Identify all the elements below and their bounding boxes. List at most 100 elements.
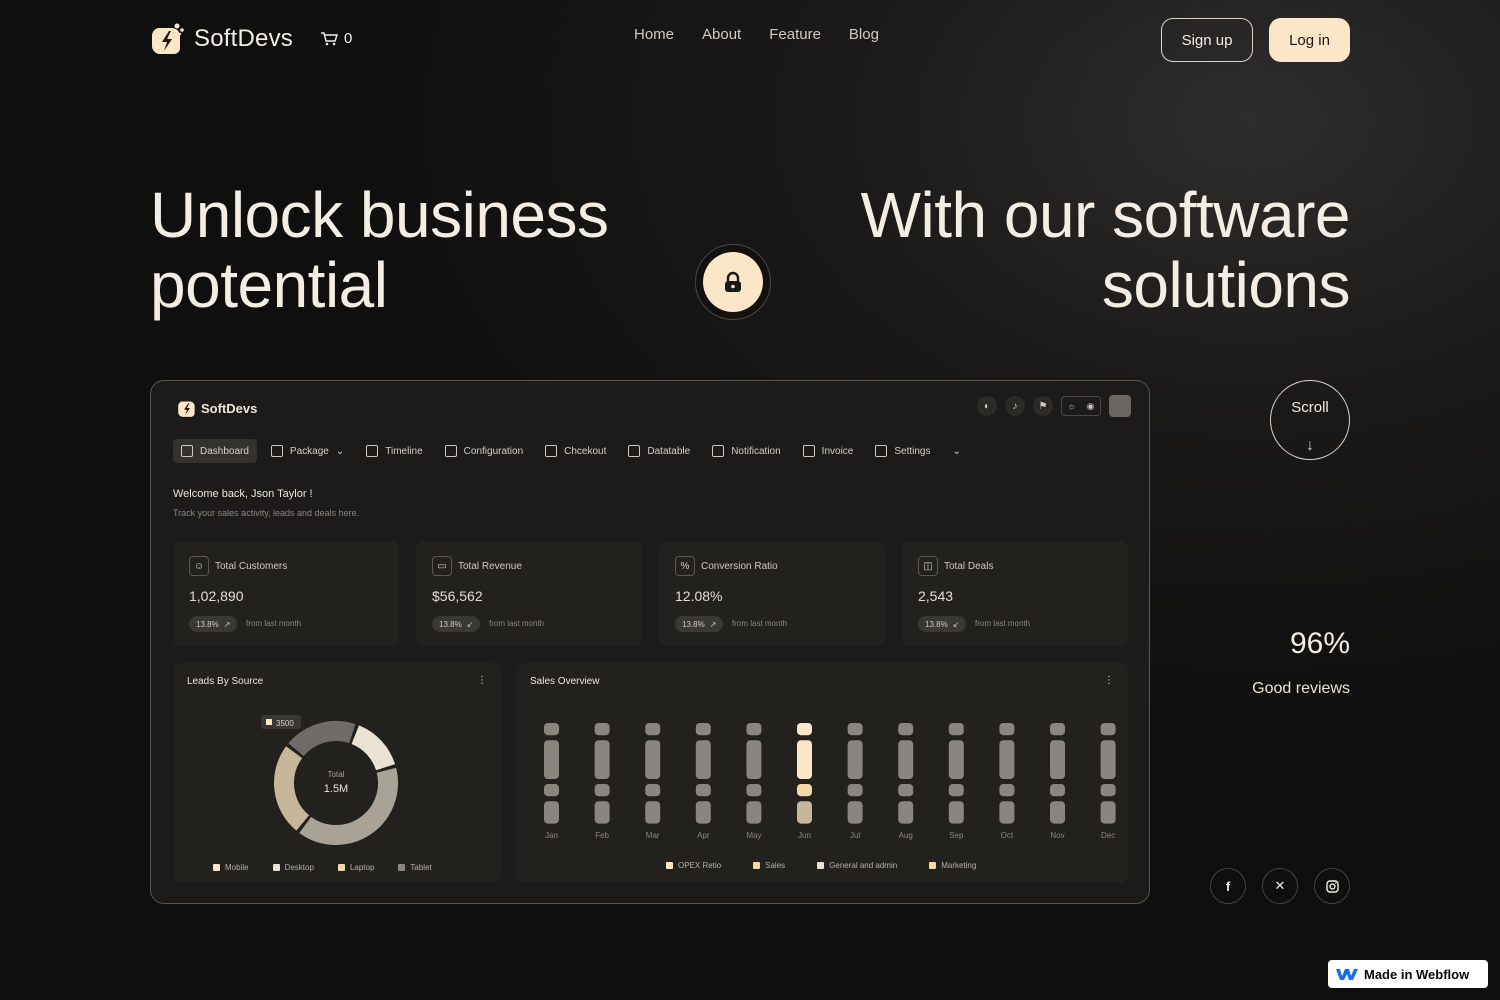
moon-icon: ◉ — [1086, 400, 1095, 411]
tab-package[interactable]: Package ⌄ — [263, 439, 352, 463]
arrow-down-icon: ↓ — [1306, 437, 1314, 454]
theme-icon[interactable]: ◐ — [977, 396, 997, 416]
x-tick-label: Aug — [899, 831, 913, 840]
bar-jul-opex-retio — [847, 723, 863, 736]
tab-settings[interactable]: Settings — [867, 439, 938, 463]
reviews-label: Good reviews — [1252, 680, 1350, 697]
bar-nov-general-and-admin — [1050, 784, 1065, 797]
x-tick-label: Nov — [1050, 831, 1064, 840]
webflow-logo-icon — [1336, 969, 1358, 980]
bar-jul-general-and-admin — [847, 784, 863, 797]
x-button[interactable]: ✕ — [1262, 868, 1298, 904]
arrow-up-right-icon: ↗ — [223, 619, 231, 629]
status-badge: 13.8% ↙ — [432, 616, 481, 632]
avatar[interactable] — [1109, 395, 1131, 417]
legend-item-opex: OPEX Retio — [666, 861, 721, 870]
instagram-button[interactable] — [1314, 868, 1350, 904]
hero-left-line1: Unlock business — [150, 179, 609, 251]
x-tick-label: Jan — [545, 831, 558, 840]
legend-item-marketing: Marketing — [929, 861, 976, 870]
made-in-webflow-badge[interactable]: Made in Webflow — [1328, 960, 1488, 988]
x-tick-label: May — [746, 831, 761, 840]
mode-toggle[interactable]: ☼ ◉ — [1061, 396, 1101, 416]
users-icon: ☺ — [189, 556, 209, 576]
leads-legend: Mobile Desktop Laptop Tablet — [213, 863, 432, 872]
sales-panel: Sales Overview ⋮ Jan Feb Mar Apr May Jun Jul Au… — [516, 663, 1128, 883]
nav-link-blog[interactable]: Blog — [849, 26, 879, 43]
bar-jan-sales — [544, 740, 559, 779]
bar-oct-opex-retio — [999, 723, 1015, 736]
bar-may-marketing — [746, 801, 762, 824]
stat-card-deals: ◫ Total Deals 2,543 13.8% ↙ from last mon… — [902, 541, 1128, 646]
bar-oct-sales — [999, 740, 1015, 779]
nav-link-home[interactable]: Home — [634, 26, 674, 43]
dashboard-brand: SoftDevs — [177, 398, 257, 418]
bar-feb-opex-retio — [594, 723, 610, 736]
hero-right-line1: With our software — [860, 179, 1351, 251]
status-badge: 13.8% ↗ — [189, 616, 238, 632]
donut-slice-mobile — [351, 725, 396, 771]
bar-feb-general-and-admin — [594, 784, 610, 797]
timeline-icon — [366, 445, 379, 457]
signup-button[interactable]: Sign up — [1161, 18, 1253, 62]
x-tick-label: Jun — [798, 831, 811, 840]
x-tick-label: Mar — [646, 831, 660, 840]
bar-apr-general-and-admin — [695, 784, 711, 797]
nav-link-about[interactable]: About — [702, 26, 741, 43]
arrow-down-left-icon: ↙ — [952, 619, 960, 629]
hero-right-line2: solutions — [1101, 249, 1351, 321]
x-tick-label: Oct — [1001, 831, 1014, 840]
bar-jul-sales — [847, 740, 863, 779]
bar-jan-opex-retio — [544, 723, 559, 736]
scroll-label: Scroll — [1291, 399, 1329, 416]
top-nav: SoftDevs 0 Home About Feature Blog Sign … — [150, 18, 1350, 62]
table-icon — [628, 445, 641, 457]
chevron-down-icon: ⌄ — [952, 445, 961, 457]
bar-mar-opex-retio — [645, 723, 661, 736]
cart-button[interactable]: 0 — [320, 30, 352, 47]
arrow-down-left-icon: ↙ — [466, 619, 474, 629]
brand-logo[interactable]: SoftDevs — [150, 22, 293, 56]
tab-invoice[interactable]: Invoice — [795, 439, 862, 463]
bar-may-sales — [746, 740, 762, 779]
donut-callout-value: 3500 — [276, 719, 294, 728]
x-tick-label: Dec — [1101, 831, 1115, 840]
tab-timeline[interactable]: Timeline — [358, 439, 430, 463]
status-badge: 13.8% ↗ — [675, 616, 724, 632]
x-tick-label: Jul — [850, 831, 860, 840]
nav-link-feature[interactable]: Feature — [769, 26, 821, 43]
instagram-icon — [1325, 879, 1339, 893]
chevron-down-icon: ⌄ — [335, 445, 345, 457]
login-button[interactable]: Log in — [1269, 18, 1350, 62]
tabs-more-button[interactable]: ⌄ — [945, 439, 969, 463]
stat-card-revenue: ▭ Total Revenue $56,562 13.8% ↙ from last… — [416, 541, 642, 646]
leads-panel: Leads By Source ⋮ 3500 Total 1.5M Mobile… — [173, 663, 501, 883]
box-icon — [270, 445, 283, 457]
bar-feb-marketing — [594, 801, 610, 824]
tab-checkout[interactable]: Chcekout — [537, 439, 614, 463]
facebook-button[interactable]: f — [1210, 868, 1246, 904]
lock-badge — [695, 244, 771, 320]
bar-aug-opex-retio — [898, 723, 914, 736]
scroll-button[interactable]: Scroll ↓ — [1270, 380, 1350, 460]
x-icon: ✕ — [1274, 878, 1286, 893]
bar-jun-sales — [797, 740, 812, 779]
legend-item-sales: Sales — [753, 861, 785, 870]
bar-aug-sales — [898, 740, 914, 779]
legend-item-laptop: Laptop — [337, 863, 374, 872]
bar-jul-marketing — [847, 801, 863, 824]
bell-icon[interactable]: ♪ — [1005, 396, 1025, 416]
bar-apr-sales — [695, 740, 711, 779]
bar-may-general-and-admin — [746, 784, 762, 797]
tab-notification[interactable]: Notification — [704, 439, 788, 463]
bar-aug-general-and-admin — [898, 784, 914, 797]
grid-icon — [181, 445, 193, 457]
bar-sep-general-and-admin — [948, 784, 964, 797]
tab-dashboard[interactable]: Dashboard — [173, 439, 257, 463]
tab-datatable[interactable]: Datatable — [620, 439, 698, 463]
message-icon[interactable]: ⚑ — [1033, 396, 1053, 416]
bar-dec-sales — [1100, 740, 1116, 779]
tab-configuration[interactable]: Configuration — [437, 439, 531, 463]
sun-icon: ☼ — [1067, 401, 1076, 411]
bar-nov-opex-retio — [1050, 723, 1065, 736]
